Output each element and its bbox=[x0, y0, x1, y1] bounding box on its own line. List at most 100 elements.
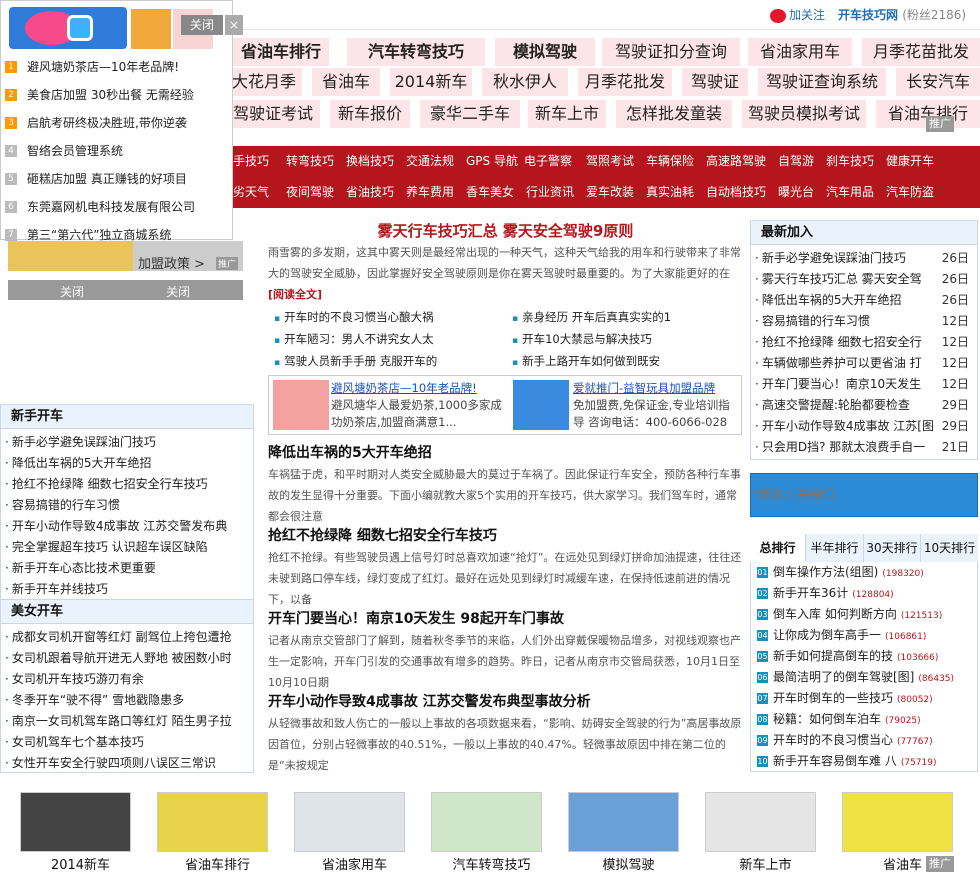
rank-item[interactable]: 03 倒车入库 如何判断方向 (121513) bbox=[751, 604, 977, 625]
headline[interactable]: 雾天行车技巧汇总 雾天安全驾驶9原则 bbox=[268, 220, 743, 242]
weibo-follow[interactable]: 加关注 bbox=[770, 6, 825, 23]
rank-title[interactable]: 让你成为倒车高手一 bbox=[773, 628, 881, 642]
nav-link[interactable]: 车辆保险 bbox=[646, 146, 694, 177]
keyword-link[interactable]: 新车报价 bbox=[330, 100, 410, 128]
rank-title[interactable]: 倒车入库 如何判断方向 bbox=[773, 607, 897, 621]
list-item[interactable]: 开车门要当心！南京10天发生 12日 bbox=[755, 374, 973, 395]
list-item[interactable]: 冬季开车“驶不得” 雪地戳隐患多 bbox=[5, 690, 249, 711]
topic-link[interactable]: 开车陋习：男人不讲究女人太 bbox=[274, 328, 504, 350]
keyword-link[interactable]: 驾驶证考试 bbox=[226, 100, 320, 128]
popup-ad-item[interactable]: 6 东莞嘉网机电科技发展有限公司 bbox=[1, 193, 233, 221]
nav-link[interactable]: 行业资讯 bbox=[526, 177, 574, 208]
rank-title[interactable]: 开车时的不良习惯当心 bbox=[773, 733, 893, 747]
list-item[interactable]: 容易搞错的行车习惯 12日 bbox=[755, 311, 973, 332]
close-button[interactable]: 关闭 bbox=[166, 283, 190, 300]
list-item[interactable]: 只会用D挡? 那就太浪费手自一 21日 bbox=[755, 437, 973, 458]
nav-link[interactable]: 手技巧 bbox=[233, 146, 269, 177]
ad-policy-link[interactable]: 加盟政策 > bbox=[138, 253, 205, 272]
nav-link[interactable]: 高速路驾驶 bbox=[706, 146, 766, 177]
popup-ad-item[interactable]: 1 避风塘奶茶店—10年老品牌! bbox=[1, 53, 233, 81]
topic-link[interactable]: 开车时的不良习惯当心酿大祸 bbox=[274, 306, 504, 328]
nav-link[interactable]: 电子警察 bbox=[524, 146, 572, 177]
list-item[interactable]: 南京一女司机驾车路口等红灯 陌生男子拉 bbox=[5, 711, 249, 732]
image-link[interactable]: 新车上市 bbox=[697, 786, 822, 878]
list-item[interactable]: 女司机跟着导航开进无人野地 被困数小时 bbox=[5, 648, 249, 669]
rank-title[interactable]: 开车时倒车的一些技巧 bbox=[773, 691, 893, 705]
image-link[interactable]: 省油家用车 bbox=[286, 786, 411, 878]
latest-title[interactable]: 容易搞错的行车习惯 bbox=[762, 314, 870, 328]
latest-title[interactable]: 开车小动作导致4成事故 江苏[图 bbox=[762, 419, 934, 433]
image-caption[interactable]: 2014新车 bbox=[12, 854, 149, 873]
nav-link[interactable]: 刹车技巧 bbox=[826, 146, 874, 177]
car-thumbnail[interactable] bbox=[294, 792, 405, 852]
rank-item[interactable]: 01 倒车操作方法(组图) (198320) bbox=[751, 562, 977, 583]
popup-ad-item[interactable]: 7 第三“第六代”独立商城系统 bbox=[1, 221, 233, 249]
keyword-link[interactable]: 驾驶员模拟考试 bbox=[742, 100, 866, 128]
keyword-link[interactable]: 2014新车 bbox=[390, 68, 472, 96]
ad-title[interactable]: 避风塘奶茶店—10年老品牌! bbox=[331, 380, 511, 397]
nav-link[interactable]: 汽车防盗 bbox=[886, 177, 934, 208]
article-title[interactable]: 抢红不抢绿降 细数七招安全行车技巧 bbox=[268, 525, 743, 547]
car-thumbnail[interactable] bbox=[157, 792, 268, 852]
keyword-link[interactable]: 汽车转弯技巧 bbox=[347, 38, 485, 66]
image-link[interactable]: 模拟驾驶 bbox=[560, 786, 685, 878]
list-item[interactable]: 新手必学避免误踩油门技巧 26日 bbox=[755, 248, 973, 269]
list-item[interactable]: 开车小动作导致4成事故 江苏交警发布典 bbox=[5, 516, 249, 537]
nav-link[interactable]: 曝光台 bbox=[778, 177, 814, 208]
image-caption[interactable]: 模拟驾驶 bbox=[560, 854, 697, 873]
topic-link[interactable]: 开车10大禁忌与解决技巧 bbox=[512, 328, 740, 350]
keyword-link[interactable]: 省油车排行 bbox=[233, 38, 329, 66]
tab-10-days[interactable]: 10天排行 bbox=[921, 534, 978, 562]
keyword-link[interactable]: 月季花批发 bbox=[578, 68, 672, 96]
keyword-link[interactable]: 大花月季 bbox=[226, 68, 302, 96]
tab-30-days[interactable]: 30天排行 bbox=[864, 534, 921, 562]
rank-item[interactable]: 04 让你成为倒车高手一 (106861) bbox=[751, 625, 977, 646]
list-item[interactable]: 雾天行车技巧汇总 雾天安全驾 26日 bbox=[755, 269, 973, 290]
latest-title[interactable]: 雾天行车技巧汇总 雾天安全驾 bbox=[762, 272, 922, 286]
keyword-link[interactable]: 省油车 bbox=[312, 68, 380, 96]
list-item[interactable]: 降低出车祸的5大开车绝招 bbox=[5, 453, 249, 474]
rank-title[interactable]: 新手开车容易倒车难 八 bbox=[773, 754, 897, 768]
topic-link[interactable]: 新手上路开车如何做到既安 bbox=[512, 350, 740, 372]
keyword-link[interactable]: 月季花苗批发 bbox=[862, 38, 980, 66]
ad-thumb[interactable] bbox=[273, 380, 329, 430]
popup-ad-text[interactable]: 美食店加盟 30秒出餐 无需经验 bbox=[27, 88, 194, 102]
keyword-link[interactable]: 省油家用车 bbox=[748, 38, 852, 66]
latest-title[interactable]: 车辆做哪些养护可以更省油 打 bbox=[762, 356, 922, 370]
latest-title[interactable]: 只会用D挡? 那就太浪费手自一 bbox=[762, 440, 925, 454]
ad-item[interactable]: 爱就推门-益智玩具加盟品牌 免加盟费,免保证金,专业培训指导 咨询电话：400-6… bbox=[573, 380, 739, 431]
popup-ad-text[interactable]: 避风塘奶茶店—10年老品牌! bbox=[27, 60, 179, 74]
search-input[interactable] bbox=[753, 478, 975, 512]
car-thumbnail[interactable] bbox=[568, 792, 679, 852]
car-thumbnail[interactable] bbox=[842, 792, 953, 852]
popup-ad-text[interactable]: 东莞嘉网机电科技发展有限公司 bbox=[27, 200, 195, 214]
list-item[interactable]: 成都女司机开窗等红灯 副驾位上挎包遭抢 bbox=[5, 627, 249, 648]
popup-close-button[interactable]: 关闭 bbox=[181, 15, 223, 35]
list-item[interactable]: 抢红不抢绿降 细数七招安全行 12日 bbox=[755, 332, 973, 353]
popup-ad-item[interactable]: 2 美食店加盟 30秒出餐 无需经验 bbox=[1, 81, 233, 109]
keyword-link[interactable]: 驾驶证 bbox=[682, 68, 748, 96]
article-title[interactable]: 降低出车祸的5大开车绝招 bbox=[268, 442, 743, 464]
ad-item[interactable]: 避风塘奶茶店—10年老品牌! 避风塘华人最爱奶茶,1000多家成功奶茶店,加盟商满… bbox=[331, 380, 511, 431]
nav-link[interactable]: 爱车改装 bbox=[586, 177, 634, 208]
list-item[interactable]: 车辆做哪些养护可以更省油 打 12日 bbox=[755, 353, 973, 374]
popup-ad-text[interactable]: 启航考研终极决胜班,带你逆袭 bbox=[27, 116, 187, 130]
list-item[interactable]: 女司机开车技巧游刃有余 bbox=[5, 669, 249, 690]
list-item[interactable]: 容易搞错的行车习惯 bbox=[5, 495, 249, 516]
keyword-link[interactable]: 驾驶证查询系统 bbox=[758, 68, 886, 96]
list-item[interactable]: 女司机驾车七个基本技巧 bbox=[5, 732, 249, 753]
ad-thumb[interactable] bbox=[513, 380, 569, 430]
nav-link[interactable]: 劣天气 bbox=[233, 177, 269, 208]
image-link[interactable]: 省油车排行 bbox=[149, 786, 274, 878]
image-link[interactable]: 2014新车 bbox=[12, 786, 137, 878]
rank-item[interactable]: 07 开车时倒车的一些技巧 (80052) bbox=[751, 688, 977, 709]
nav-link[interactable]: 省油技巧 bbox=[346, 177, 394, 208]
nav-link[interactable]: 驾照考试 bbox=[586, 146, 634, 177]
nav-link[interactable]: 汽车用品 bbox=[826, 177, 874, 208]
close-icon[interactable]: × bbox=[225, 15, 243, 35]
list-item[interactable]: 新手开车心态比技术更重要 bbox=[5, 558, 249, 579]
nav-link[interactable]: 自动档技巧 bbox=[706, 177, 766, 208]
nav-link[interactable]: 真实油耗 bbox=[646, 177, 694, 208]
list-item[interactable]: 抢红不抢绿降 细数七招安全行车技巧 bbox=[5, 474, 249, 495]
rank-item[interactable]: 02 新手开车36计 (128804) bbox=[751, 583, 977, 604]
